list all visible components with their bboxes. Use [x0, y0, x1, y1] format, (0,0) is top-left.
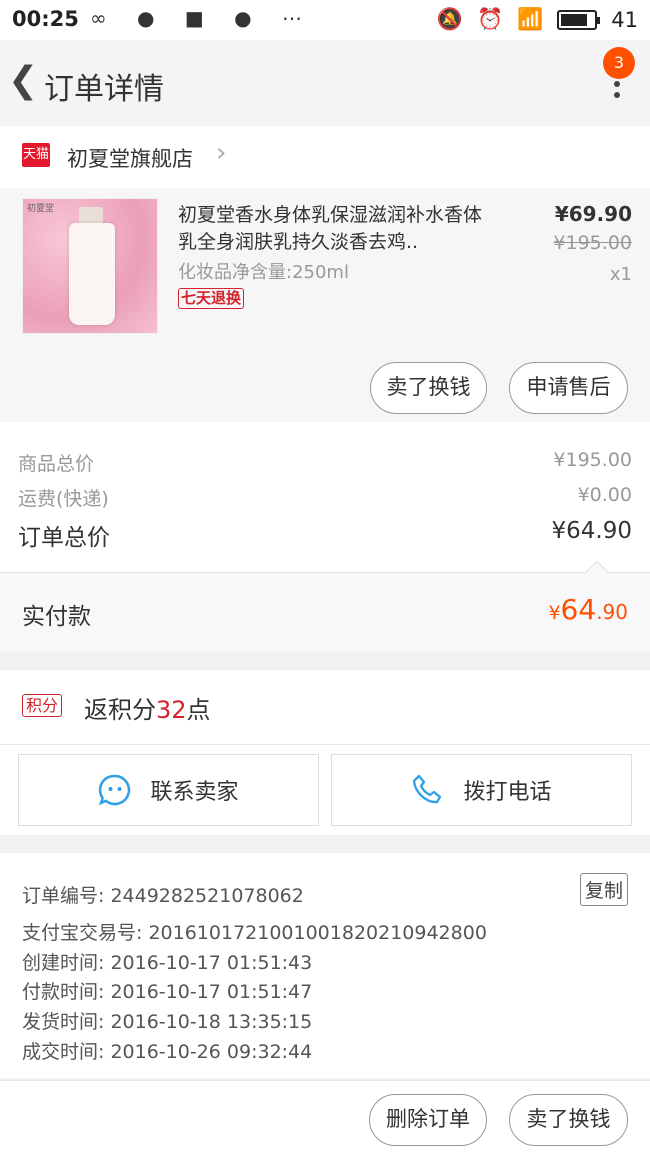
status-right: 🔕 ⏰ 📶 41 [437, 7, 638, 32]
title-bar: ❮ 订单详情 3 [0, 40, 650, 126]
notification-badge: 3 [603, 47, 635, 79]
status-time: 00:25 [12, 7, 79, 31]
delete-order-button[interactable]: 删除订单 [369, 1094, 487, 1146]
bottom-sell-button[interactable]: 卖了换钱 [509, 1094, 628, 1146]
contact-section: 联系卖家 拨打电话 [0, 745, 650, 835]
phone-icon [413, 774, 442, 804]
shipping-row: 运费(快递) ¥0.00 [18, 484, 632, 510]
product-item[interactable]: 初夏堂 初夏堂香水身体乳保湿滋润补水香体乳全身润肤乳持久淡香去鸡.. 化妆品净含… [0, 188, 650, 422]
product-quantity: x1 [609, 264, 632, 285]
amount-paid-label: 实付款 [22, 604, 91, 630]
product-spec: 化妆品净含量:250ml [178, 262, 349, 283]
call-button[interactable]: 拨打电话 [331, 754, 632, 826]
mute-icon: 🔕 [436, 7, 463, 31]
amount-paid-value: ¥64.90 [548, 593, 628, 626]
points-row: 积分 返积分32点 [0, 670, 650, 745]
back-icon[interactable]: ❮ [8, 60, 38, 101]
order-total-row: 订单总价 ¥64.90 [18, 518, 632, 551]
battery-level: 41 [611, 7, 638, 32]
signal-icon: 📶 [517, 7, 544, 31]
paid-time: 付款时间: 2016-10-17 01:51:47 [22, 981, 313, 1003]
goods-total-row: 商品总价 ¥195.00 [18, 449, 632, 475]
sell-button[interactable]: 卖了换钱 [370, 362, 487, 414]
page-title: 订单详情 [44, 72, 164, 107]
product-image-brand: 初夏堂 [27, 204, 55, 214]
product-title: 初夏堂香水身体乳保湿滋润补水香体乳全身润肤乳持久淡香去鸡.. [178, 204, 483, 253]
battery-icon [557, 9, 601, 30]
status-bar: 00:25 ∞ ● ■ ● ⋯ 🔕 ⏰ 📶 41 [0, 0, 650, 40]
product-original-price: ¥195.00 [553, 232, 632, 254]
product-image[interactable]: 初夏堂 [22, 198, 158, 334]
product-price: ¥69.90 [554, 202, 632, 226]
alarm-icon: ⏰ [476, 7, 504, 31]
store-name: 初夏堂旗舰店 [67, 147, 193, 171]
copy-button[interactable]: 复制 [579, 873, 628, 906]
alipay-number: 支付宝交易号: 2016101721001001820210942800 [22, 922, 487, 944]
after-sales-button[interactable]: 申请售后 [509, 362, 628, 414]
store-row[interactable]: 天猫 初夏堂旗舰店 › [0, 126, 650, 188]
created-time: 创建时间: 2016-10-17 01:51:43 [22, 952, 313, 974]
price-summary: 商品总价 ¥195.00 运费(快递) ¥0.00 订单总价 ¥64.90 [0, 422, 650, 572]
order-number: 订单编号: 2449282521078062 [22, 885, 304, 907]
order-info: 订单编号: 2449282521078062 复制 支付宝交易号: 201610… [0, 853, 650, 1078]
contact-seller-label: 联系卖家 [150, 780, 239, 805]
call-label: 拨打电话 [463, 780, 552, 805]
contact-seller-button[interactable]: 联系卖家 [18, 754, 319, 826]
chevron-right-icon: › [216, 138, 227, 168]
notification-icons: ∞ ● ■ ● ⋯ [90, 6, 314, 30]
points-badge: 积分 [22, 694, 63, 717]
completed-time: 成交时间: 2016-10-26 09:32:44 [22, 1041, 313, 1063]
return-policy-badge: 七天退换 [178, 288, 245, 309]
tmall-logo-icon: 天猫 [22, 143, 50, 167]
chat-icon [99, 774, 131, 806]
amount-paid-row: 实付款 ¥64.90 [0, 560, 650, 652]
shipped-time: 发货时间: 2016-10-18 13:35:15 [22, 1011, 313, 1033]
bottom-action-bar: 删除订单 卖了换钱 [0, 1080, 650, 1155]
points-text: 返积分32点 [84, 696, 211, 724]
